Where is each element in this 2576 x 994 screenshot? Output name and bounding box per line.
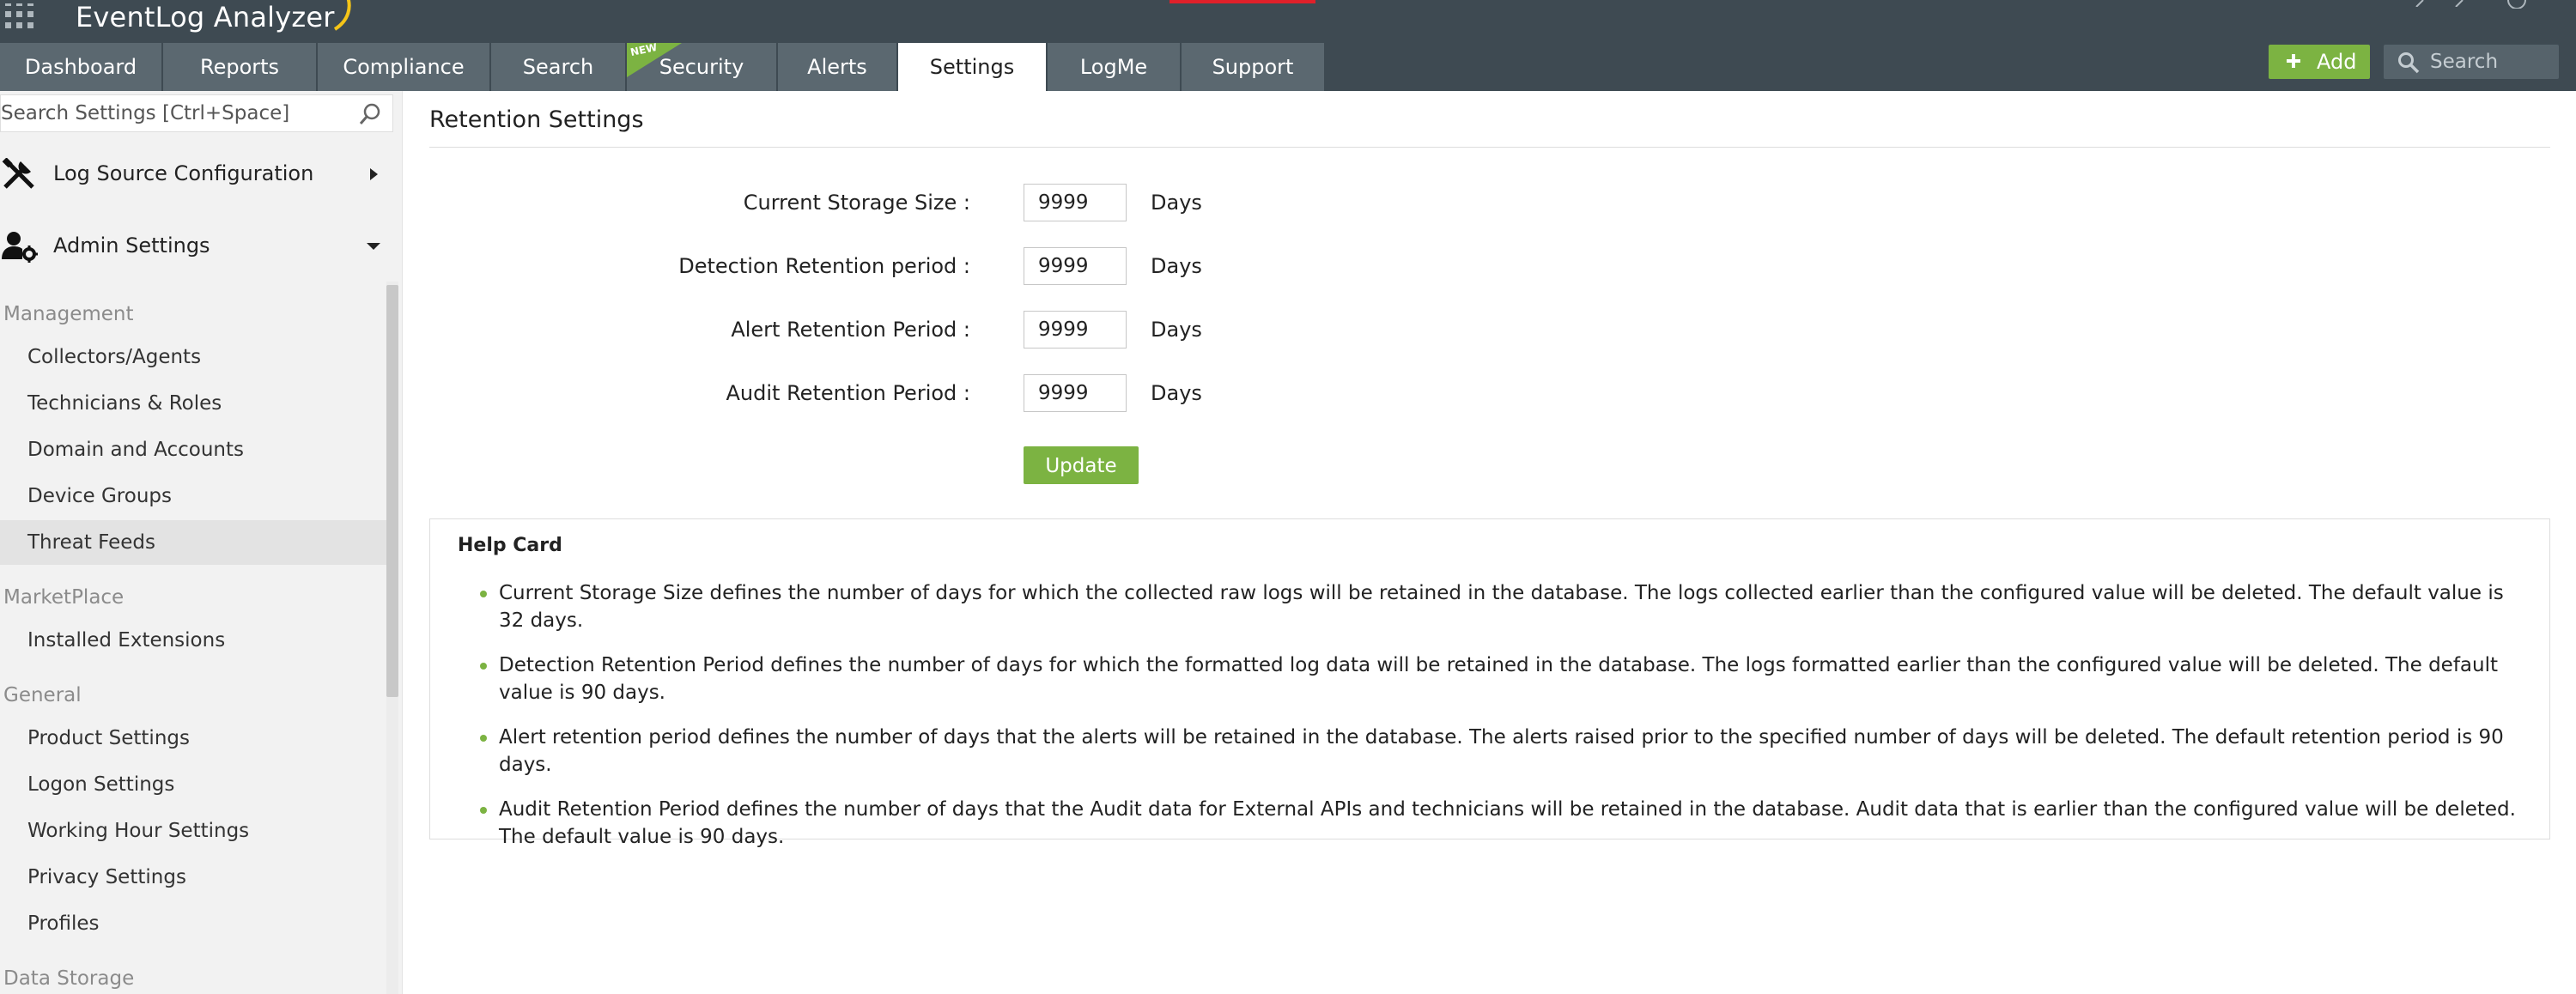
update-button[interactable]: Update: [1024, 446, 1139, 484]
sidebar-scrollbar-thumb[interactable]: [386, 285, 398, 697]
detection-retention-input[interactable]: [1024, 247, 1127, 285]
detection-retention-label: Detection Retention period :: [678, 254, 970, 278]
title-divider: [429, 147, 2550, 148]
tab-label: Dashboard: [24, 55, 137, 79]
admin-settings-label: Admin Settings: [53, 233, 210, 258]
tab-support[interactable]: Support: [1182, 43, 1324, 91]
help-card: Help Card Current Storage Size defines t…: [429, 518, 2550, 848]
global-search[interactable]: Search: [2384, 45, 2559, 79]
tab-security[interactable]: NEW Security: [627, 41, 776, 91]
sidebar-divider: [402, 91, 403, 994]
group-title-marketplace: MarketPlace: [3, 586, 125, 609]
header-divider-icon: [2455, 0, 2464, 7]
settings-search-input[interactable]: [1, 95, 344, 131]
group-title-data-storage: Data Storage: [3, 967, 135, 990]
search-icon: [2398, 52, 2420, 74]
log-source-configuration-menu[interactable]: Log Source Configuration: [0, 148, 393, 199]
sidebar-item-privacy-settings[interactable]: Privacy Settings: [0, 855, 386, 900]
current-storage-size-label: Current Storage Size :: [743, 191, 970, 215]
tab-search[interactable]: Search: [491, 43, 625, 91]
admin-user-gear-icon: [2, 232, 38, 263]
tab-label: Search: [522, 55, 594, 79]
help-item: Alert retention period defines the numbe…: [480, 724, 2525, 779]
tab-settings[interactable]: Settings: [898, 43, 1046, 91]
alert-retention-input[interactable]: [1024, 311, 1127, 349]
main-navigation: Dashboard Reports Compliance Search NEW …: [0, 41, 2576, 91]
top-header: EventLog Analyzer: [0, 0, 2576, 43]
audit-retention-label: Audit Retention Period :: [726, 381, 970, 405]
tab-label: LogMe: [1079, 55, 1148, 79]
add-button-label: Add: [2317, 50, 2357, 74]
sidebar-item-domain-accounts[interactable]: Domain and Accounts: [0, 427, 386, 472]
tools-icon: [2, 158, 34, 189]
tab-label: Alerts: [807, 55, 867, 79]
help-icon[interactable]: [2507, 0, 2526, 9]
tab-reports[interactable]: Reports: [163, 43, 316, 91]
admin-settings-menu[interactable]: Admin Settings: [0, 220, 393, 271]
sidebar-item-collectors-agents[interactable]: Collectors/Agents: [0, 335, 386, 379]
header-divider-icon: [2415, 0, 2424, 7]
help-item-text: Audit Retention Period defines the numbe…: [499, 798, 2516, 848]
current-storage-size-unit: Days: [1151, 191, 1202, 215]
help-item: Audit Retention Period defines the numbe…: [480, 796, 2525, 851]
tab-label: Support: [1212, 55, 1294, 79]
alert-banner-edge: [1170, 0, 1315, 3]
chevron-right-icon: [370, 168, 378, 180]
sidebar-item-threat-feeds[interactable]: Threat Feeds: [0, 520, 386, 565]
sidebar-item-profiles[interactable]: Profiles: [0, 901, 386, 946]
group-title-general: General: [3, 684, 82, 706]
sidebar-item-installed-extensions[interactable]: Installed Extensions: [0, 618, 386, 663]
sidebar-item-device-groups[interactable]: Device Groups: [0, 474, 386, 518]
audit-retention-unit: Days: [1151, 381, 1202, 405]
current-storage-size-input[interactable]: [1024, 184, 1127, 221]
tab-label: Settings: [929, 55, 1015, 79]
help-card-title: Help Card: [458, 535, 562, 556]
sidebar-item-logon-settings[interactable]: Logon Settings: [0, 762, 386, 807]
page-title: Retention Settings: [429, 106, 644, 133]
bullet-icon: [480, 735, 487, 742]
tab-label: Reports: [199, 55, 280, 79]
help-list: Current Storage Size defines the number …: [480, 579, 2525, 868]
app-grid-icon[interactable]: [3, 3, 38, 33]
search-icon[interactable]: [358, 102, 382, 126]
sidebar-item-product-settings[interactable]: Product Settings: [0, 716, 386, 761]
detection-retention-unit: Days: [1151, 254, 1202, 278]
tab-compliance[interactable]: Compliance: [318, 43, 489, 91]
tab-logme[interactable]: LogMe: [1048, 43, 1180, 91]
alert-retention-label: Alert Retention Period :: [731, 318, 970, 342]
tab-alerts[interactable]: Alerts: [778, 43, 896, 91]
tab-dashboard[interactable]: Dashboard: [0, 43, 161, 91]
alert-retention-unit: Days: [1151, 318, 1202, 342]
settings-search-box: [0, 94, 393, 132]
help-item-text: Detection Retention Period defines the n…: [499, 654, 2498, 704]
help-item-text: Alert retention period defines the numbe…: [499, 726, 2504, 776]
global-search-placeholder: Search: [2430, 51, 2499, 73]
help-item-text: Current Storage Size defines the number …: [499, 582, 2504, 632]
retention-settings-panel: Retention Settings Current Storage Size …: [404, 91, 2576, 994]
chevron-down-icon: [367, 243, 380, 250]
plus-icon: [2287, 54, 2300, 68]
bullet-icon: [480, 663, 487, 670]
group-title-management: Management: [3, 303, 134, 325]
sidebar-item-working-hour-settings[interactable]: Working Hour Settings: [0, 809, 386, 853]
log-source-configuration-label: Log Source Configuration: [53, 161, 314, 185]
app-title: EventLog Analyzer: [76, 1, 335, 33]
bullet-icon: [480, 807, 487, 814]
help-item: Detection Retention Period defines the n…: [480, 652, 2525, 706]
add-button[interactable]: Add: [2269, 45, 2370, 79]
help-item: Current Storage Size defines the number …: [480, 579, 2525, 634]
sidebar-item-technicians-roles[interactable]: Technicians & Roles: [0, 381, 386, 426]
settings-sidebar: Log Source Configuration Admin Settings …: [0, 91, 402, 994]
logo-swoosh-icon: [333, 0, 351, 31]
audit-retention-input[interactable]: [1024, 374, 1127, 412]
tab-label: Compliance: [343, 55, 465, 79]
bullet-icon: [480, 591, 487, 597]
